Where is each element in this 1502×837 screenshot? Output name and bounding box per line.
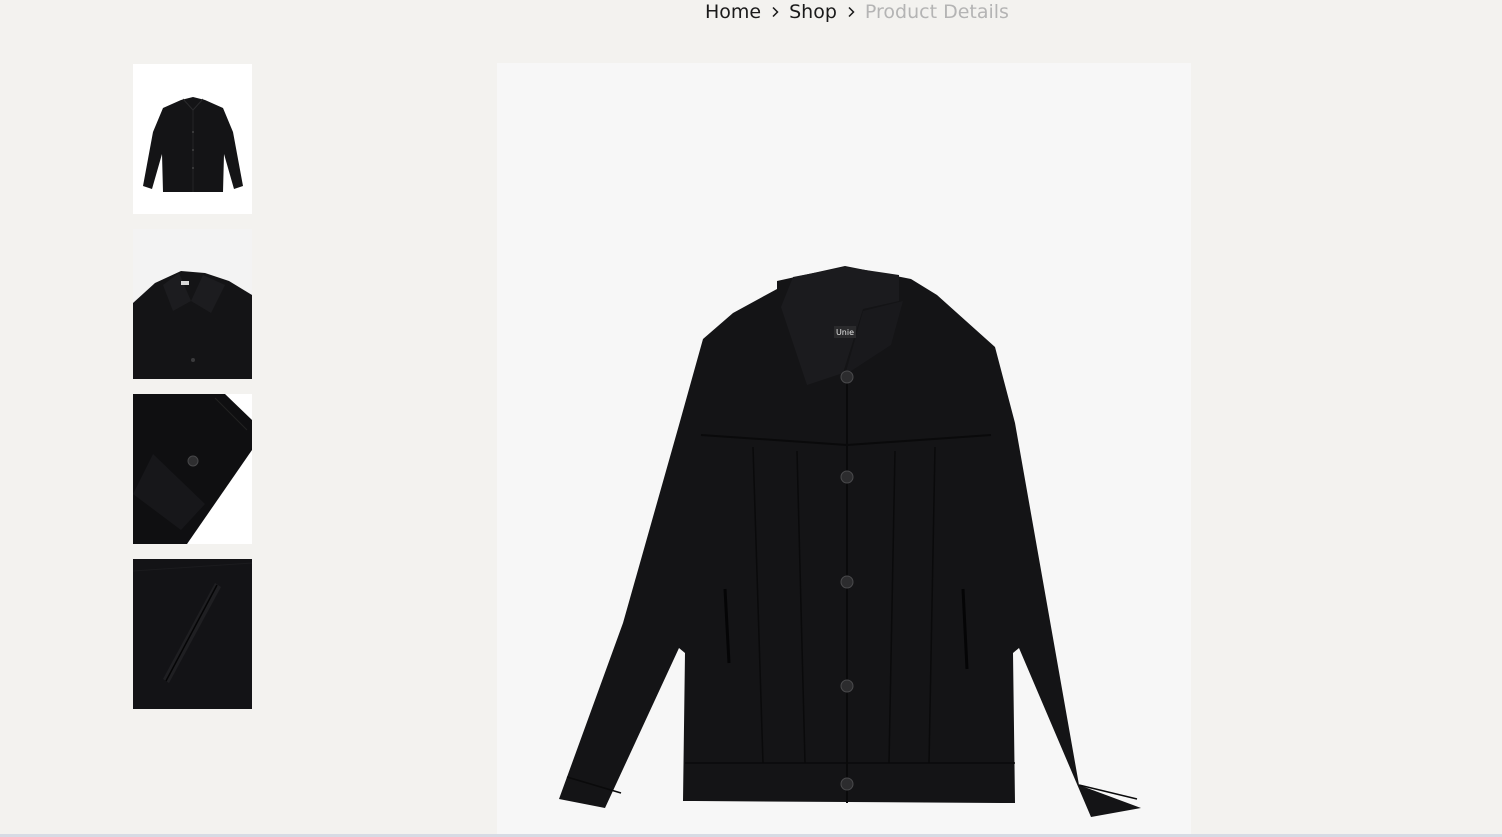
brand-label: Unie [836, 328, 854, 337]
breadcrumb: Home Shop Product Details [705, 0, 1009, 24]
jacket-main-image: Unie [497, 63, 1191, 837]
jacket-front-image [133, 64, 252, 214]
breadcrumb-shop-link[interactable]: Shop [789, 1, 837, 23]
thumbnail-gallery [133, 64, 252, 724]
product-details-page: Home Shop Product Details Unie [0, 0, 1502, 837]
thumbnail-cuff[interactable] [133, 394, 252, 544]
breadcrumb-current: Product Details [864, 1, 1009, 23]
chevron-right-icon [837, 1, 865, 23]
product-main-image: Unie [497, 63, 1191, 837]
thumbnail-pocket[interactable] [133, 559, 252, 709]
breadcrumb-home-link[interactable]: Home [705, 1, 761, 23]
jacket-cuff-image [133, 394, 252, 544]
thumbnail-front[interactable] [133, 64, 252, 214]
chevron-right-icon [761, 1, 789, 23]
thumbnail-collar[interactable] [133, 229, 252, 379]
jacket-pocket-image [133, 559, 252, 709]
jacket-collar-image [133, 229, 252, 379]
